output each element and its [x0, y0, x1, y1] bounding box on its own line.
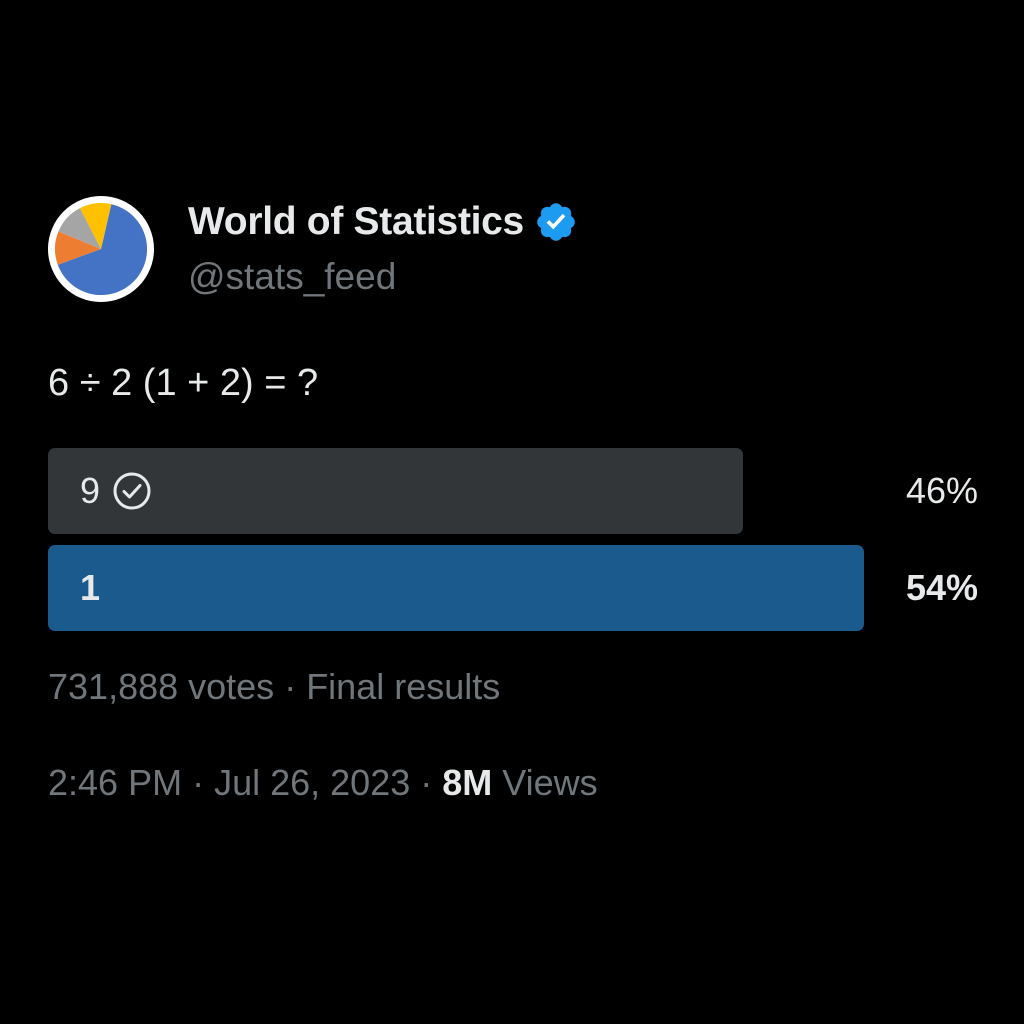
tweet-date[interactable]: Jul 26, 2023: [214, 762, 410, 803]
poll-summary: 731,888 votes · Final results: [48, 666, 500, 708]
separator: ·: [182, 762, 215, 803]
poll-option-bar: [48, 545, 864, 631]
poll-option-label: 1: [80, 545, 100, 631]
poll-status: Final results: [306, 666, 501, 707]
avatar[interactable]: [48, 196, 154, 302]
tweet: World of Statistics @stats_feed 6 ÷ 2 (1…: [48, 196, 978, 803]
verified-badge-icon[interactable]: [534, 200, 578, 244]
poll: 9 46% 1 54%: [48, 448, 978, 642]
poll-option-percent: 46%: [905, 470, 978, 511]
tweet-header: World of Statistics @stats_feed: [48, 196, 978, 306]
views-count[interactable]: 8M: [442, 762, 492, 803]
separator: ·: [410, 762, 443, 803]
poll-option-text: 1: [80, 567, 101, 608]
display-name[interactable]: World of Statistics: [188, 200, 524, 244]
tweet-meta: 2:46 PM · Jul 26, 2023 · 8M Views: [48, 762, 598, 804]
poll-option-label: 9: [80, 448, 152, 534]
poll-option-percent: 54%: [905, 567, 978, 608]
poll-option-bar: [48, 448, 743, 534]
user-handle[interactable]: @stats_feed: [188, 256, 396, 298]
poll-option: 9 46%: [48, 448, 978, 534]
check-circle-icon: [112, 471, 152, 511]
pie-chart-logo-icon: [55, 203, 147, 295]
tweet-text: 6 ÷ 2 (1 + 2) = ?: [48, 362, 319, 404]
tweet-time[interactable]: 2:46 PM: [48, 762, 182, 803]
separator: ·: [274, 666, 307, 707]
poll-vote-count: 731,888 votes: [48, 666, 275, 707]
views-label[interactable]: Views: [492, 762, 597, 803]
name-row: World of Statistics: [188, 200, 578, 244]
poll-option: 1 54%: [48, 545, 978, 631]
poll-option-text: 9: [80, 470, 101, 511]
